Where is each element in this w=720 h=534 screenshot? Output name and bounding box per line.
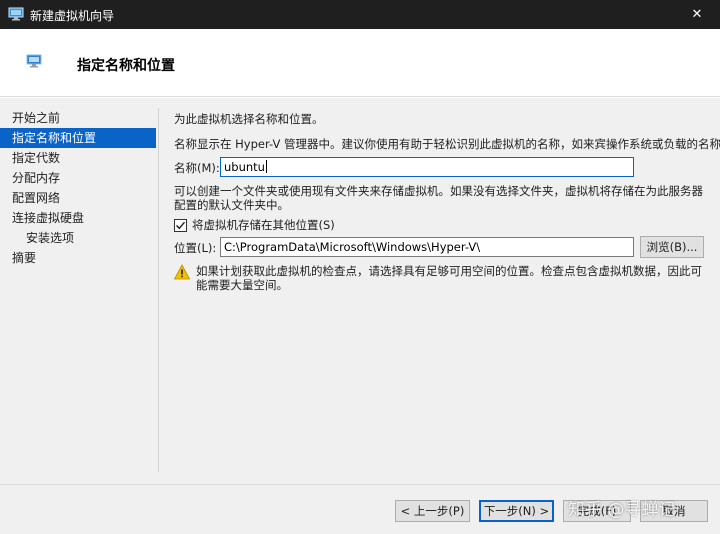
- name-input[interactable]: ubuntu: [220, 157, 634, 177]
- content-heading: 为此虚拟机选择名称和位置。: [174, 112, 324, 126]
- wizard-body: 开始之前 指定名称和位置 指定代数 分配内存 配置网络 连接虚拟硬盘 安装选项 …: [0, 98, 720, 484]
- folder-info: 可以创建一个文件夹或使用现有文件夹来存储虚拟机。如果没有选择文件夹，虚拟机将存储…: [174, 184, 703, 212]
- store-elsewhere-row: 将虚拟机存储在其他位置(S): [174, 217, 335, 233]
- wizard-header: 指定名称和位置: [0, 29, 720, 97]
- store-elsewhere-checkbox[interactable]: [174, 218, 187, 232]
- location-input[interactable]: C:\ProgramData\Microsoft\Windows\Hyper-V…: [220, 237, 634, 257]
- store-elsewhere-label[interactable]: 将虚拟机存储在其他位置(S): [192, 217, 335, 233]
- nav-item-summary[interactable]: 摘要: [0, 248, 158, 268]
- name-description: 名称显示在 Hyper-V 管理器中。建议你使用有助于轻松识别此虚拟机的名称，如…: [174, 137, 720, 151]
- cancel-button[interactable]: 取消: [640, 500, 708, 522]
- name-input-value: ubuntu: [224, 160, 265, 174]
- finish-button[interactable]: 完成(F): [563, 500, 631, 522]
- window-title: 新建虚拟机向导: [30, 9, 115, 23]
- previous-button[interactable]: < 上一步(P): [395, 500, 470, 522]
- nav-item-networking[interactable]: 配置网络: [0, 188, 158, 208]
- text-caret: [265, 160, 267, 173]
- next-button[interactable]: 下一步(N) >: [479, 500, 554, 522]
- nav-item-name-location[interactable]: 指定名称和位置: [0, 128, 156, 148]
- hyper-v-monitor-icon: [8, 6, 24, 22]
- page-title: 指定名称和位置: [77, 58, 175, 74]
- nav-item-generation[interactable]: 指定代数: [0, 148, 158, 168]
- wizard-footer: < 上一步(P) 下一步(N) > 完成(F) 取消 知乎 @寻蝉记: [0, 484, 720, 534]
- warning-icon: [173, 264, 191, 280]
- close-icon: ✕: [691, 7, 703, 22]
- location-label: 位置(L):: [174, 241, 217, 255]
- nav-item-virtual-disk[interactable]: 连接虚拟硬盘: [0, 208, 158, 228]
- window-titlebar: 新建虚拟机向导 ✕: [0, 0, 720, 29]
- browse-button[interactable]: 浏览(B)...: [640, 236, 704, 258]
- nav-divider: [158, 108, 159, 472]
- checkmark-icon: [176, 221, 186, 229]
- close-button[interactable]: ✕: [674, 0, 720, 29]
- nav-item-memory[interactable]: 分配内存: [0, 168, 158, 188]
- monitor-icon: [26, 53, 42, 69]
- nav-item-before-you-begin[interactable]: 开始之前: [0, 108, 158, 128]
- name-label: 名称(M):: [174, 161, 220, 175]
- checkpoint-warning: 如果计划获取此虚拟机的检查点，请选择具有足够可用空间的位置。检查点包含虚拟机数据…: [196, 264, 702, 292]
- nav-item-install-options[interactable]: 安装选项: [0, 228, 158, 248]
- wizard-step-nav: 开始之前 指定名称和位置 指定代数 分配内存 配置网络 连接虚拟硬盘 安装选项 …: [0, 108, 158, 268]
